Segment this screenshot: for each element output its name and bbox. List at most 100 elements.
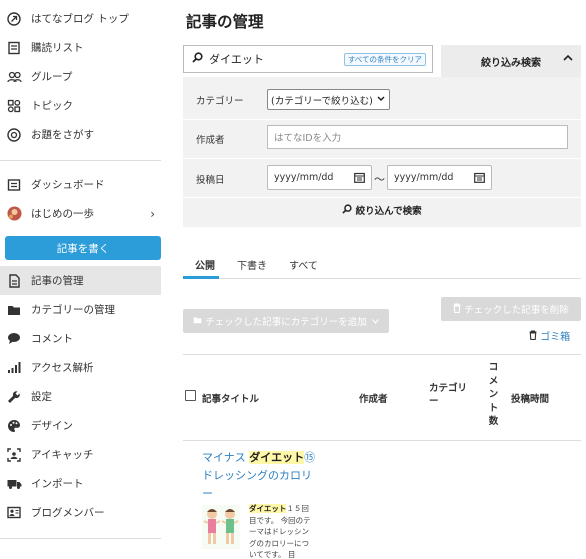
select-all-checkbox[interactable]: [185, 390, 196, 401]
category-select-value: (カテゴリーで絞り込む): [271, 95, 373, 107]
column-header-category[interactable]: カテゴリー: [429, 382, 471, 408]
sidebar-item-label: アクセス解析: [31, 362, 94, 374]
post-excerpt: ダイエット１５回目です。 今回のテーマはドレッシングのカロリーについてです。 目: [249, 503, 315, 559]
sidebar-item-label: はてなブログ トップ: [31, 13, 129, 25]
sidebar-item-group[interactable]: グループ: [0, 62, 161, 91]
sidebar-item-label: インポート: [31, 478, 84, 490]
sidebar-item-label: デザイン: [31, 420, 73, 432]
post-excerpt-highlight: ダイエット: [249, 504, 287, 513]
folder-icon: [6, 302, 22, 318]
eyecatch-icon: [6, 447, 22, 463]
sidebar-item-blog[interactable]: はじめの一歩 ›: [0, 199, 161, 228]
table-header-border: [183, 440, 581, 441]
delete-checked-button[interactable]: チェックした記事を削除: [441, 297, 581, 321]
trash-link[interactable]: ゴミ箱: [529, 328, 570, 343]
filter-divider: [183, 158, 581, 159]
delete-checked-label: チェックした記事を削除: [464, 305, 569, 316]
date-label: 投稿日: [196, 175, 225, 186]
add-category-button[interactable]: チェックした記事にカテゴリーを追加: [183, 309, 389, 333]
tab-drafts[interactable]: 下書き: [237, 257, 267, 272]
filter-divider: [183, 119, 581, 120]
active-tab-indicator: [183, 276, 219, 279]
sidebar: はてなブログ トップ 購読リスト グループ トピック お題をさがす ダッシュボー…: [0, 0, 161, 559]
sidebar-divider: [0, 538, 161, 539]
author-input[interactable]: はてなIDを入力: [267, 125, 568, 149]
sidebar-item-members[interactable]: ブログメンバー: [0, 498, 161, 527]
sidebar-item-label: 設定: [31, 391, 52, 403]
group-icon: [6, 69, 22, 85]
chevron-right-icon: ›: [150, 206, 155, 221]
chevron-down-icon: [371, 316, 379, 327]
comment-icon: [6, 331, 22, 347]
sidebar-item-label: ダッシュボード: [31, 179, 105, 191]
column-header-author[interactable]: 作成者: [359, 391, 388, 405]
post-title-prefix: マイナス: [202, 451, 250, 464]
sidebar-divider: [0, 160, 161, 161]
search-row: ダイエット すべての条件をクリア 絞り込み検索: [183, 45, 581, 77]
sidebar-item-label: グループ: [31, 71, 73, 83]
table-top-border: [183, 354, 581, 355]
category-label: カテゴリー: [196, 96, 244, 107]
sidebar-item-comment[interactable]: コメント: [0, 324, 161, 353]
filter-divider: [183, 197, 581, 198]
category-select[interactable]: (カテゴリーで絞り込む): [267, 89, 390, 110]
filter-submit-button[interactable]: 絞り込んで検索: [183, 203, 581, 217]
sidebar-item-topic[interactable]: トピック: [0, 91, 161, 120]
write-article-button[interactable]: 記事を書く: [5, 236, 161, 260]
sidebar-item-settings[interactable]: 設定: [0, 382, 161, 411]
column-header-title[interactable]: 記事タイトル: [202, 391, 259, 405]
topic-icon: [6, 98, 22, 114]
sidebar-item-label: カテゴリーの管理: [31, 304, 115, 316]
sidebar-item-label: お題をさがす: [31, 129, 94, 141]
truck-icon: [6, 476, 22, 492]
search-icon: [192, 52, 203, 66]
date-to-value: yyyy/mm/dd: [394, 172, 454, 183]
sidebar-item-import[interactable]: インポート: [0, 469, 161, 498]
trash-icon: [529, 330, 540, 343]
sidebar-item-hatena-blog-top[interactable]: はてなブログ トップ: [0, 4, 161, 33]
status-tabs: 公開 下書き すべて: [183, 255, 581, 279]
sidebar-item-design[interactable]: デザイン: [0, 411, 161, 440]
calendar-icon[interactable]: [354, 172, 365, 186]
filter-panel: カテゴリー (カテゴリーで絞り込む) 作成者 はてなIDを入力 投稿日 yyyy…: [183, 77, 581, 227]
odai-icon: [6, 127, 22, 143]
filter-toggle[interactable]: 絞り込み検索: [441, 45, 581, 77]
search-value: ダイエット: [209, 53, 264, 66]
main-content: 記事の管理 ダイエット すべての条件をクリア 絞り込み検索 カテゴリー (カテゴ…: [183, 0, 586, 559]
clear-conditions-button[interactable]: すべての条件をクリア: [343, 53, 426, 66]
sidebar-item-label: 購読リスト: [31, 42, 84, 54]
chevron-down-icon: [377, 92, 385, 109]
calendar-icon[interactable]: [474, 172, 485, 186]
tab-published[interactable]: 公開: [195, 257, 215, 272]
post-thumbnail: [202, 505, 240, 549]
sidebar-item-analytics[interactable]: アクセス解析: [0, 353, 161, 382]
sidebar-item-dashboard[interactable]: ダッシュボード: [0, 170, 161, 199]
sidebar-item-label: コメント: [31, 333, 73, 345]
sidebar-item-label: ブログメンバー: [31, 507, 105, 519]
tab-all[interactable]: すべて: [289, 257, 318, 272]
search-input[interactable]: ダイエット すべての条件をクリア: [183, 45, 433, 73]
page-title: 記事の管理: [186, 13, 264, 31]
sidebar-item-label: 記事の管理: [31, 275, 84, 287]
sidebar-item-reader[interactable]: 購読リスト: [0, 33, 161, 62]
reader-icon: [6, 40, 22, 56]
post-title-link[interactable]: マイナス ダイエット⑮ ドレッシングのカロリー: [202, 449, 317, 503]
date-to-input[interactable]: yyyy/mm/dd: [387, 165, 492, 190]
dashboard-icon: [6, 177, 22, 193]
sidebar-item-category-manage[interactable]: カテゴリーの管理: [0, 295, 161, 324]
sidebar-item-odai[interactable]: お題をさがす: [0, 120, 161, 149]
folder-icon: [193, 316, 202, 327]
date-from-value: yyyy/mm/dd: [274, 172, 334, 183]
sidebar-item-eyecatch[interactable]: アイキャッチ: [0, 440, 161, 469]
search-icon: [342, 204, 355, 217]
member-icon: [6, 505, 22, 521]
date-from-input[interactable]: yyyy/mm/dd: [267, 165, 372, 190]
column-header-comments[interactable]: コメント数: [488, 361, 499, 429]
filter-toggle-label: 絞り込み検索: [481, 57, 541, 69]
chevron-up-icon: [563, 54, 573, 64]
column-header-time[interactable]: 投稿時間: [511, 391, 549, 405]
palette-icon: [6, 418, 22, 434]
wrench-icon: [6, 389, 22, 405]
sidebar-item-article-manage[interactable]: 記事の管理: [0, 266, 161, 295]
date-range-separator: 〜: [374, 173, 385, 186]
